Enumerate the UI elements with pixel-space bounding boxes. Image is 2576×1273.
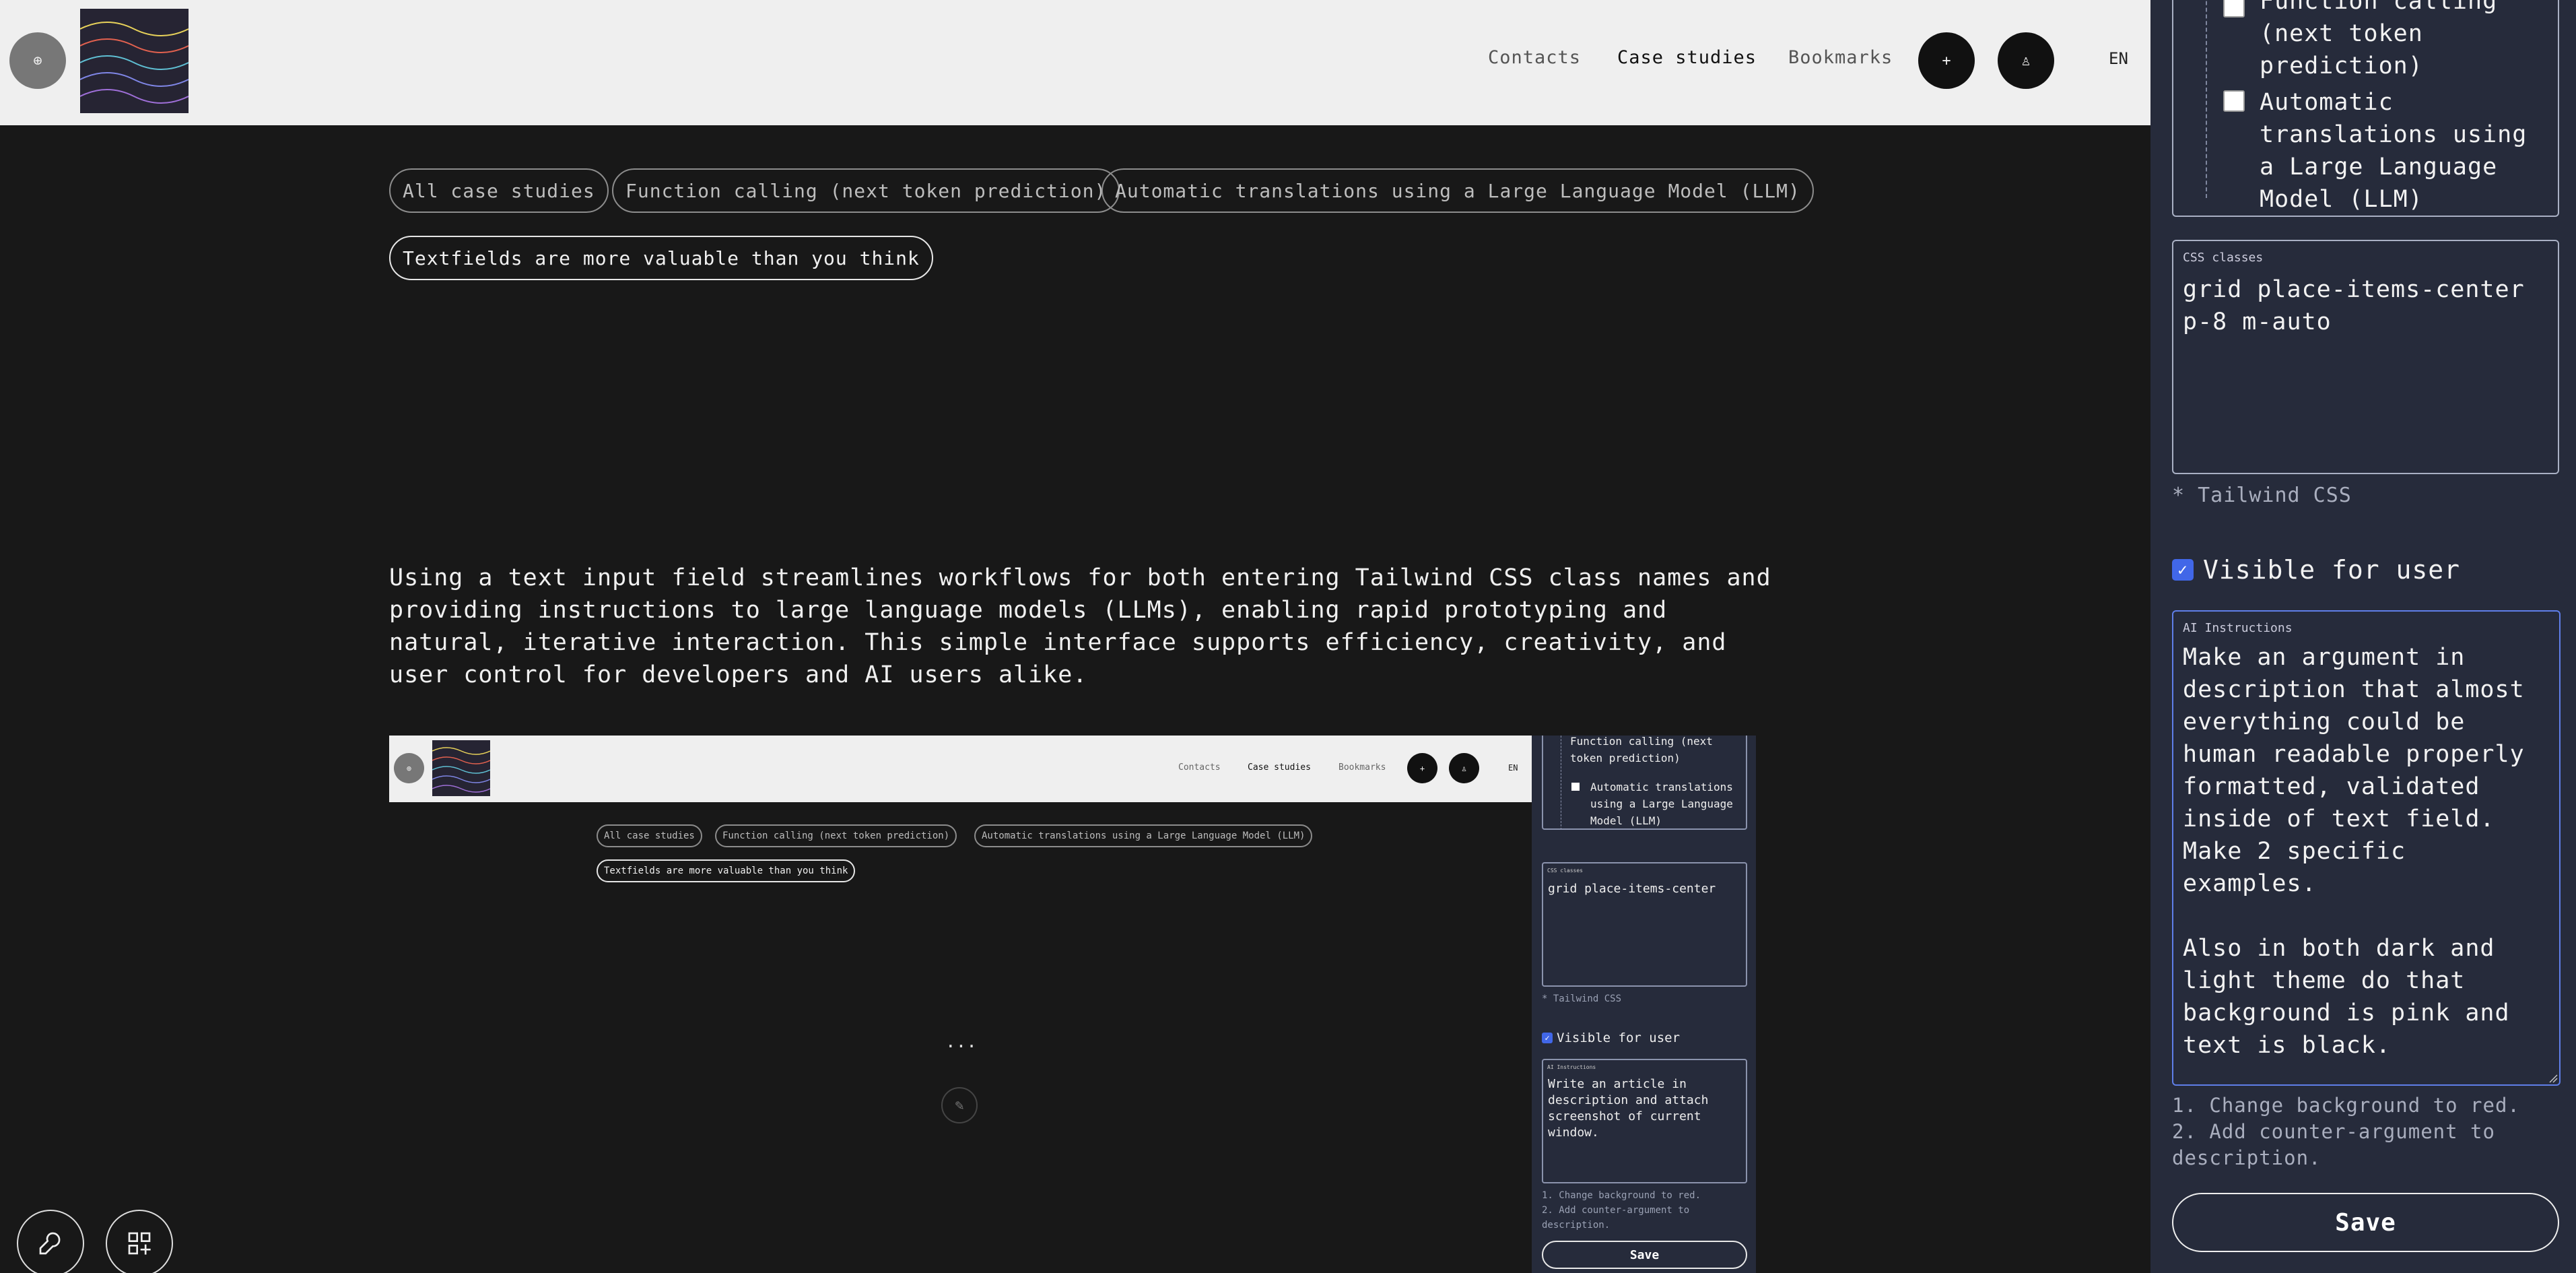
checkbox-automatic-translations[interactable] [2223, 90, 2245, 112]
logo-icon[interactable]: ⊕ [9, 32, 66, 89]
checkbox-function-calling[interactable] [2223, 0, 2245, 18]
pill-all-case-studies[interactable]: All case studies [389, 168, 609, 213]
editor-side-panel: Function calling (next token prediction)… [2150, 0, 2576, 1273]
add-widget-button[interactable] [106, 1210, 173, 1273]
grid-plus-icon [128, 1232, 151, 1255]
ai-instructions-value[interactable]: Make an argument in description that alm… [2183, 641, 2546, 1062]
preview-nav-bookmarks: Bookmarks [1338, 762, 1386, 773]
preview-checkbox-item: Function calling (next token prediction) [1570, 736, 1713, 764]
preview-side-panel: Function calling (next token prediction)… [1532, 736, 1756, 1273]
nav-contacts[interactable]: Contacts [1488, 47, 1581, 68]
pill-function-calling[interactable]: Function calling (next token prediction) [612, 168, 1120, 213]
css-classes-field[interactable]: CSS classes grid place-items-center p-8 … [2172, 240, 2559, 474]
screenshot-preview: ⊕ Contacts Case studies Bookmarks + ♙ EN… [389, 736, 1756, 1273]
case-study-checkbox-list[interactable]: Function calling (next token prediction)… [2172, 0, 2559, 217]
app-root: ⊕ Contacts Case studies Bookmarks + ♙ EN… [0, 0, 2576, 1273]
preview-hints: 1. Change background to red. 2. Add coun… [1542, 1190, 1701, 1231]
preview-checkbox-list: Function calling (next token prediction)… [1542, 736, 1747, 830]
pill-automatic-translations[interactable]: Automatic translations using a Large Lan… [1101, 168, 1814, 213]
preview-header: ⊕ Contacts Case studies Bookmarks + ♙ EN [389, 736, 1532, 802]
preview-css-field: CSS classes grid place-items-center [1542, 862, 1747, 987]
language-selector[interactable]: EN [2109, 49, 2128, 68]
preview-pencil-icon: ✎ [941, 1087, 978, 1123]
preview-save-button: Save [1542, 1241, 1747, 1269]
preview-ai-field: AI Instructions Write an article in desc… [1542, 1059, 1747, 1183]
ai-instructions-field[interactable]: AI Instructions Make an argument in desc… [2172, 610, 2561, 1086]
waves-logo-icon [79, 22, 189, 104]
visible-for-user-row[interactable]: ✓ Visible for user [2172, 555, 2460, 585]
wrench-tool-button[interactable] [17, 1210, 84, 1273]
top-header: ⊕ Contacts Case studies Bookmarks + ♙ EN [0, 0, 2150, 125]
preview-nav-case-studies: Case studies [1248, 762, 1311, 773]
preview-visible-row: ✓ Visible for user [1542, 1031, 1680, 1045]
nav-case-studies[interactable]: Case studies [1617, 47, 1757, 68]
preview-checkbox-item: Automatic translations using a Large Lan… [1590, 781, 1733, 827]
logo-thumbnail[interactable] [79, 9, 189, 113]
preview-pill: All case studies [597, 824, 702, 847]
preview-logo-icon: ⊕ [394, 753, 424, 783]
user-button[interactable]: ♙ [1998, 32, 2054, 89]
preview-pill: Function calling (next token prediction) [715, 824, 957, 847]
ai-instructions-label: AI Instructions [2183, 621, 2293, 635]
preview-waves-icon [432, 747, 491, 793]
css-classes-value[interactable]: grid place-items-center p-8 m-auto [2183, 273, 2546, 338]
add-button[interactable]: + [1918, 32, 1975, 89]
resize-handle-icon[interactable] [2548, 1074, 2558, 1083]
preview-pill: Textfields are more valuable than you th… [597, 859, 856, 882]
visible-for-user-label: Visible for user [2203, 555, 2461, 585]
preview-pill: Automatic translations using a Large Lan… [974, 824, 1313, 847]
tailwind-css-note: * Tailwind CSS [2172, 484, 2352, 507]
preview-nav-contacts: Contacts [1178, 762, 1221, 773]
case-study-description: Using a text input field streamlines wor… [389, 564, 1771, 688]
preview-user-button: ♙ [1449, 753, 1479, 783]
wrench-icon [39, 1232, 61, 1255]
nav-bookmarks[interactable]: Bookmarks [1788, 47, 1893, 68]
checkbox-label-function-calling: Function calling (next token prediction) [2260, 0, 2498, 79]
visible-for-user-checkbox[interactable]: ✓ [2172, 559, 2194, 581]
preview-lang: EN [1508, 763, 1518, 773]
preview-ellipsis: ... [945, 1032, 977, 1052]
css-classes-label: CSS classes [2183, 251, 2264, 265]
preview-logo-thumbnail [432, 740, 491, 796]
preview-tailwind-note: * Tailwind CSS [1542, 993, 1622, 1004]
pill-textfields[interactable]: Textfields are more valuable than you th… [389, 236, 933, 280]
ai-instructions-hints: 1. Change background to red. 2. Add coun… [2172, 1094, 2520, 1169]
save-button[interactable]: Save [2172, 1193, 2559, 1252]
preview-add-button: + [1407, 753, 1437, 783]
checkbox-label-automatic-translations: Automatic translations using a Large Lan… [2260, 89, 2528, 213]
